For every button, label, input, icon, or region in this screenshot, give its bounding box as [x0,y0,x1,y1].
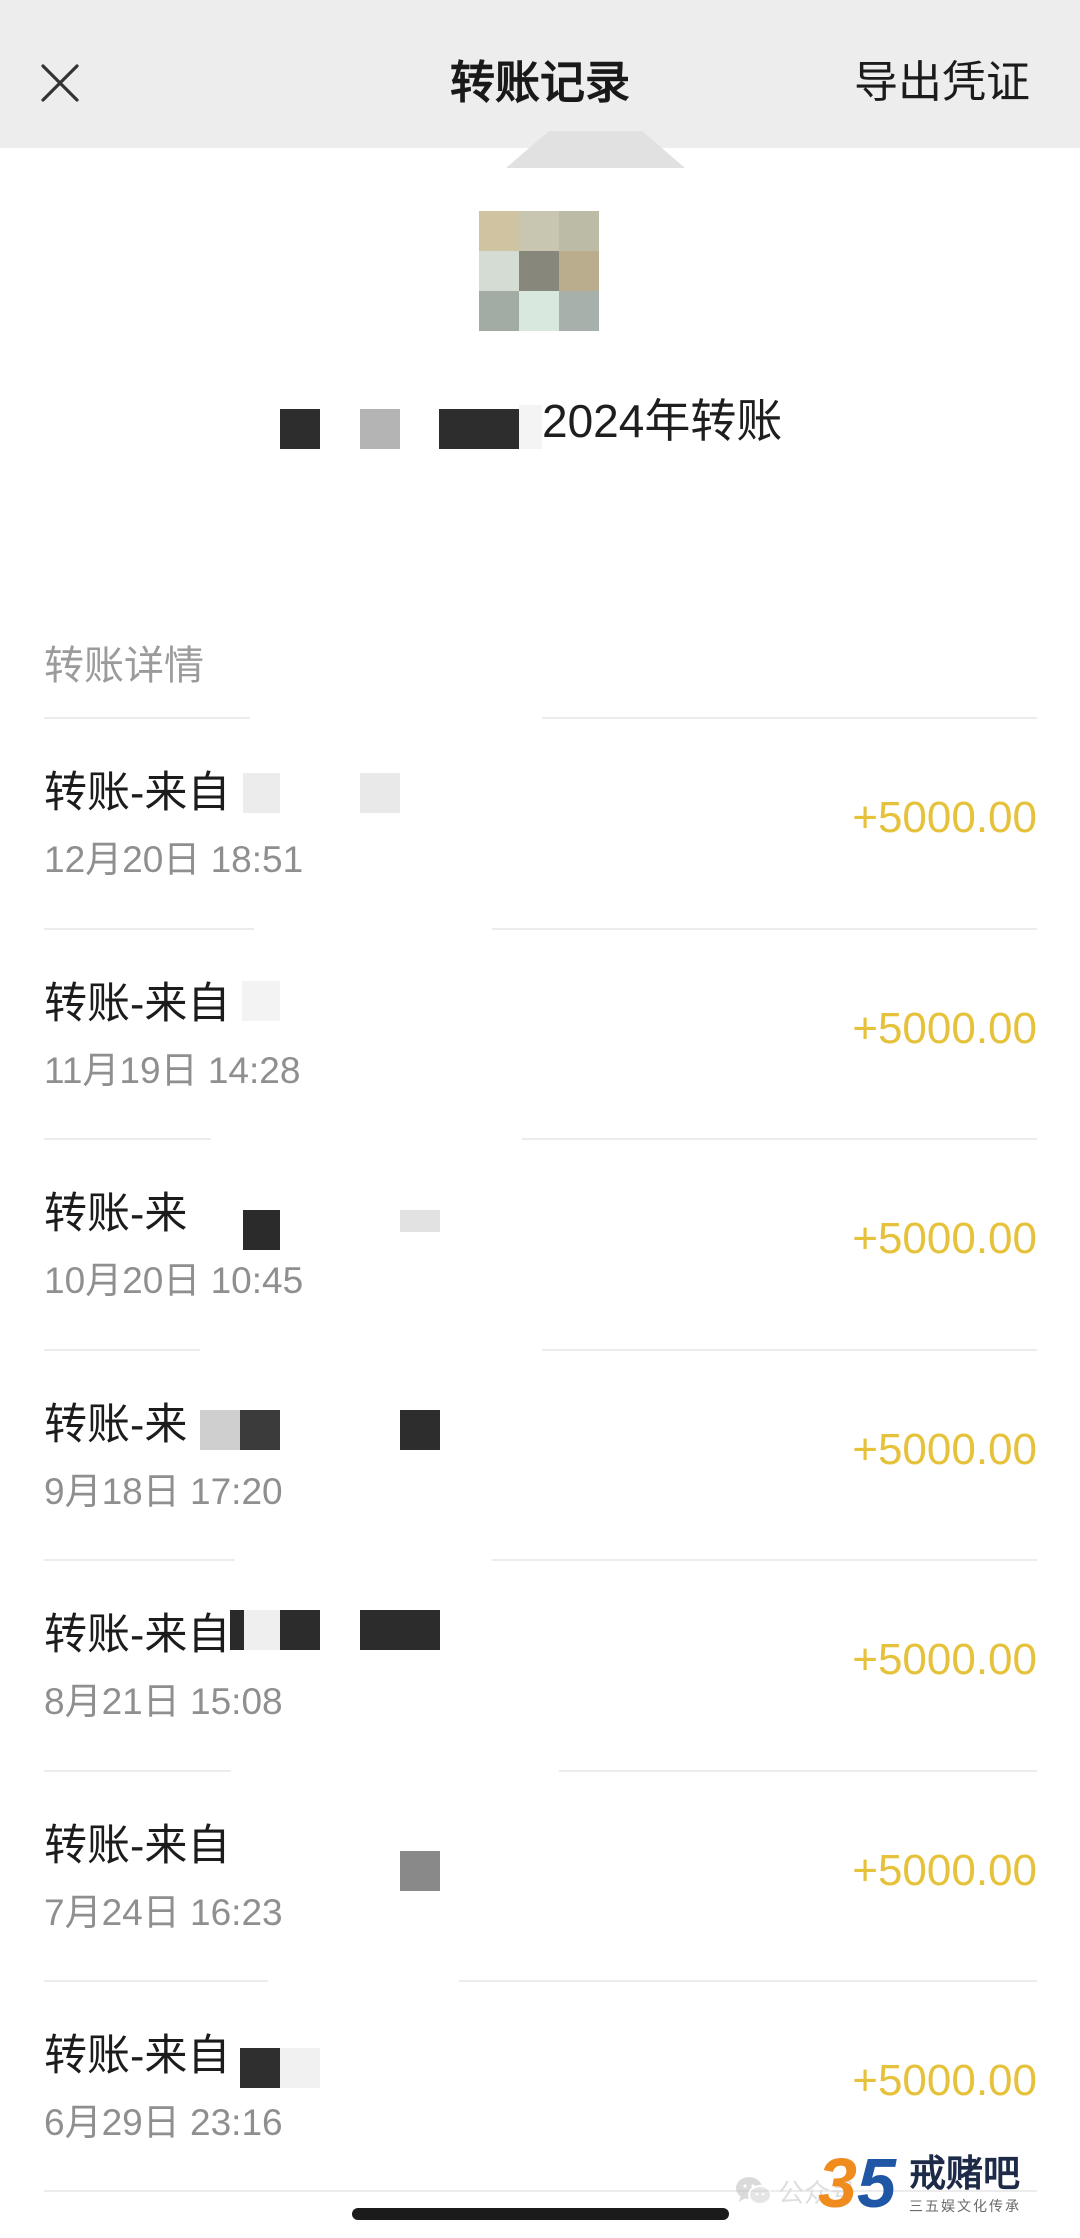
redaction-mask [254,925,492,933]
transfer-item[interactable]: 转账-来自 11月19日 14:28 +5000.00 [0,925,1080,1139]
transfer-amount: +5000.00 [852,1004,1037,1053]
redaction-block [244,1610,280,1650]
transfer-title: 转账-来 [44,1190,188,1238]
avatar-cell [519,211,559,251]
summary-title: 2024年转账 [542,395,783,447]
export-voucher-button[interactable]: 导出凭证 [854,56,1030,110]
avatar-cell [479,211,519,251]
redaction-block [360,1610,440,1650]
transfer-time: 8月21日 15:08 [44,1681,283,1722]
transfer-amount: +5000.00 [852,1846,1037,1895]
redaction-block [439,409,519,449]
avatar-cell [559,291,599,331]
redaction-mask [228,1815,242,1877]
transfer-time: 10月20日 10:45 [44,1260,304,1301]
watermark-tagline: 三五娱文化传承 [909,2198,1021,2214]
redaction-block [360,773,400,813]
divider [44,928,1037,930]
transfer-title: 转账-来自 [44,1611,231,1659]
transfer-title: 转账-来 [44,1401,188,1449]
avatar [479,211,599,331]
transfer-time: 7月24日 16:23 [44,1892,283,1933]
redaction-block [242,981,280,1021]
watermark-brand: 戒赌吧 [909,2153,1020,2194]
transfer-amount: +5000.00 [852,793,1037,842]
redaction-block [400,1410,440,1450]
section-label: 转账详情 [44,644,204,688]
redaction-block [243,773,280,813]
transfer-title: 转账-来自 [44,1822,231,1870]
transfer-time: 11月19日 14:28 [44,1050,301,1091]
avatar-cell [559,211,599,251]
transfer-list: 转账-来自 12月20日 18:51 +5000.00 转账-来自 11月19日… [0,714,1080,2194]
redaction-mask [228,973,242,1035]
redaction-block [230,1610,244,1650]
transfer-amount: +5000.00 [852,2056,1037,2105]
transfer-amount: +5000.00 [852,1425,1037,1474]
redaction-mask [211,1135,522,1143]
divider [44,1559,1037,1561]
avatar-cell [519,291,559,331]
transfer-title: 转账-来自 [44,2032,231,2080]
avatar-cell [479,291,519,331]
transfer-item[interactable]: 转账-来 10月20日 10:45 +5000.00 [0,1135,1080,1349]
redaction-block [400,1210,440,1232]
redaction-block [519,405,542,449]
transfer-title: 转账-来自 [44,769,231,817]
redaction-block [240,2048,280,2088]
redaction-block [240,1410,280,1450]
divider [44,1138,1037,1140]
logo-digit: 3 [818,2144,857,2222]
redaction-block [360,409,400,449]
home-indicator [352,2208,729,2220]
redaction-mask [235,1556,492,1564]
transfer-item[interactable]: 转账-来自 7月24日 16:23 +5000.00 [0,1767,1080,1981]
avatar-cell [559,251,599,291]
redaction-mask [200,1346,542,1354]
redaction-mask [268,1977,459,1985]
redaction-mask [231,1767,559,1775]
transfer-time: 9月18日 17:20 [44,1471,283,1512]
avatar-cell [519,251,559,291]
transfer-item[interactable]: 转账-来 9月18日 17:20 +5000.00 [0,1346,1080,1560]
avatar-cell [479,251,519,291]
redaction-block [280,409,320,449]
transfer-amount: +5000.00 [852,1214,1037,1263]
close-button[interactable] [36,59,84,107]
redaction-mask [250,714,542,722]
transfer-title: 转账-来自 [44,980,231,1028]
close-icon[interactable] [36,59,84,107]
transfer-item[interactable]: 转账-来自 8月21日 15:08 +5000.00 [0,1556,1080,1770]
redaction-mask [228,2025,240,2087]
wechat-icon [735,2176,773,2208]
divider [44,1980,1037,1982]
redaction-block [243,1210,280,1250]
transfer-time: 6月29日 23:16 [44,2102,283,2143]
redaction-block [200,1410,240,1450]
redaction-block [400,1851,440,1891]
redaction-block [280,2048,320,2088]
watermark-logo: 35 [818,2148,896,2218]
transfer-item[interactable]: 转账-来自 12月20日 18:51 +5000.00 [0,714,1080,928]
redaction-block [280,1610,320,1650]
transfer-time: 12月20日 18:51 [44,839,304,880]
transfer-amount: +5000.00 [852,1635,1037,1684]
page-title: 转账记录 [449,57,630,108]
logo-digit: 5 [856,2144,896,2222]
